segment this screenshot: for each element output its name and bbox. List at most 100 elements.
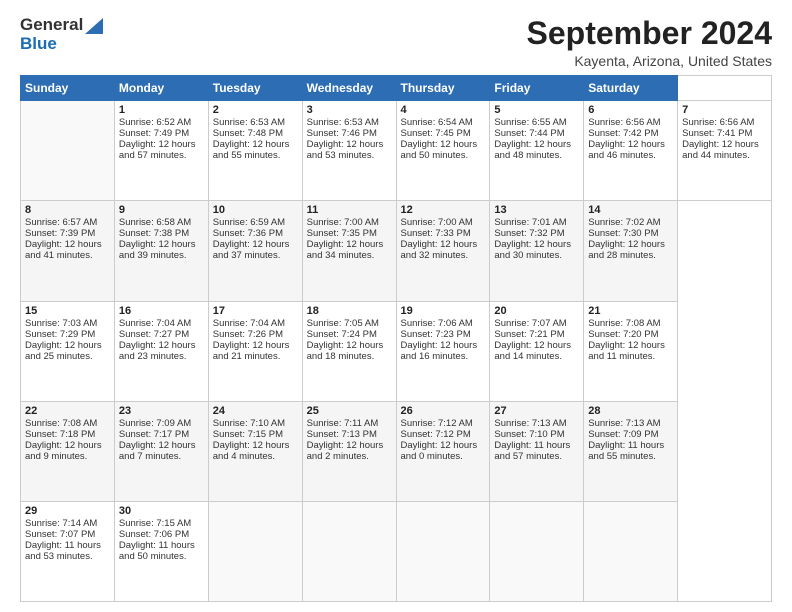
- logo-general: General: [20, 16, 83, 35]
- table-row: 21Sunrise: 7:08 AMSunset: 7:20 PMDayligh…: [584, 301, 678, 401]
- col-wednesday: Wednesday: [302, 76, 396, 101]
- daylight: Daylight: 12 hours and 30 minutes.: [494, 239, 571, 261]
- table-row: 16Sunrise: 7:04 AMSunset: 7:27 PMDayligh…: [114, 301, 208, 401]
- sunrise: Sunrise: 7:02 AM: [588, 217, 660, 228]
- logo-icon: [85, 18, 103, 34]
- calendar-week-row: 1Sunrise: 6:52 AMSunset: 7:49 PMDaylight…: [21, 101, 772, 201]
- sunrise: Sunrise: 6:55 AM: [494, 117, 566, 128]
- sunrise: Sunrise: 6:54 AM: [401, 117, 473, 128]
- sunrise: Sunrise: 7:00 AM: [401, 217, 473, 228]
- daylight: Daylight: 12 hours and 50 minutes.: [401, 139, 478, 161]
- sunset: Sunset: 7:39 PM: [25, 228, 95, 239]
- daylight: Daylight: 12 hours and 25 minutes.: [25, 340, 102, 362]
- day-number: 1: [119, 104, 204, 116]
- sunset: Sunset: 7:24 PM: [307, 329, 377, 340]
- sunset: Sunset: 7:48 PM: [213, 128, 283, 139]
- table-row: [490, 501, 584, 601]
- day-number: 14: [588, 204, 673, 216]
- table-row: 24Sunrise: 7:10 AMSunset: 7:15 PMDayligh…: [208, 401, 302, 501]
- sunset: Sunset: 7:09 PM: [588, 429, 658, 440]
- daylight: Daylight: 12 hours and 16 minutes.: [401, 340, 478, 362]
- daylight: Daylight: 11 hours and 57 minutes.: [494, 440, 570, 462]
- day-number: 10: [213, 204, 298, 216]
- col-friday: Friday: [490, 76, 584, 101]
- table-row: 11Sunrise: 7:00 AMSunset: 7:35 PMDayligh…: [302, 201, 396, 301]
- day-number: 2: [213, 104, 298, 116]
- sunset: Sunset: 7:42 PM: [588, 128, 658, 139]
- col-tuesday: Tuesday: [208, 76, 302, 101]
- col-saturday: Saturday: [584, 76, 678, 101]
- daylight: Daylight: 12 hours and 39 minutes.: [119, 239, 196, 261]
- table-row: 27Sunrise: 7:13 AMSunset: 7:10 PMDayligh…: [490, 401, 584, 501]
- day-number: 15: [25, 305, 110, 317]
- sunrise: Sunrise: 6:56 AM: [682, 117, 754, 128]
- calendar-week-row: 29Sunrise: 7:14 AMSunset: 7:07 PMDayligh…: [21, 501, 772, 601]
- sunset: Sunset: 7:44 PM: [494, 128, 564, 139]
- daylight: Daylight: 12 hours and 4 minutes.: [213, 440, 290, 462]
- sunrise: Sunrise: 7:05 AM: [307, 318, 379, 329]
- col-monday: Monday: [114, 76, 208, 101]
- daylight: Daylight: 12 hours and 57 minutes.: [119, 139, 196, 161]
- sunrise: Sunrise: 7:13 AM: [588, 418, 660, 429]
- sunrise: Sunrise: 7:15 AM: [119, 518, 191, 529]
- sunset: Sunset: 7:15 PM: [213, 429, 283, 440]
- day-number: 25: [307, 405, 392, 417]
- table-row: 5Sunrise: 6:55 AMSunset: 7:44 PMDaylight…: [490, 101, 584, 201]
- day-number: 16: [119, 305, 204, 317]
- daylight: Daylight: 12 hours and 0 minutes.: [401, 440, 478, 462]
- table-row: 6Sunrise: 6:56 AMSunset: 7:42 PMDaylight…: [584, 101, 678, 201]
- sunset: Sunset: 7:27 PM: [119, 329, 189, 340]
- table-row: 3Sunrise: 6:53 AMSunset: 7:46 PMDaylight…: [302, 101, 396, 201]
- table-row: 10Sunrise: 6:59 AMSunset: 7:36 PMDayligh…: [208, 201, 302, 301]
- table-row: 23Sunrise: 7:09 AMSunset: 7:17 PMDayligh…: [114, 401, 208, 501]
- sunset: Sunset: 7:13 PM: [307, 429, 377, 440]
- sunrise: Sunrise: 6:53 AM: [307, 117, 379, 128]
- sunset: Sunset: 7:06 PM: [119, 529, 189, 540]
- sunrise: Sunrise: 7:01 AM: [494, 217, 566, 228]
- table-row: 20Sunrise: 7:07 AMSunset: 7:21 PMDayligh…: [490, 301, 584, 401]
- day-number: 8: [25, 204, 110, 216]
- day-number: 27: [494, 405, 579, 417]
- daylight: Daylight: 12 hours and 21 minutes.: [213, 340, 290, 362]
- daylight: Daylight: 12 hours and 44 minutes.: [682, 139, 759, 161]
- sunset: Sunset: 7:17 PM: [119, 429, 189, 440]
- logo: General Blue: [20, 16, 103, 53]
- day-number: 28: [588, 405, 673, 417]
- table-row: 4Sunrise: 6:54 AMSunset: 7:45 PMDaylight…: [396, 101, 490, 201]
- day-number: 26: [401, 405, 486, 417]
- sunset: Sunset: 7:38 PM: [119, 228, 189, 239]
- day-number: 29: [25, 505, 110, 517]
- sunrise: Sunrise: 7:00 AM: [307, 217, 379, 228]
- daylight: Daylight: 12 hours and 46 minutes.: [588, 139, 665, 161]
- sunrise: Sunrise: 7:06 AM: [401, 318, 473, 329]
- sunset: Sunset: 7:41 PM: [682, 128, 752, 139]
- daylight: Daylight: 12 hours and 41 minutes.: [25, 239, 102, 261]
- table-row: 12Sunrise: 7:00 AMSunset: 7:33 PMDayligh…: [396, 201, 490, 301]
- day-number: 18: [307, 305, 392, 317]
- daylight: Daylight: 11 hours and 55 minutes.: [588, 440, 664, 462]
- sunrise: Sunrise: 6:52 AM: [119, 117, 191, 128]
- daylight: Daylight: 12 hours and 2 minutes.: [307, 440, 384, 462]
- sunset: Sunset: 7:18 PM: [25, 429, 95, 440]
- sunrise: Sunrise: 6:58 AM: [119, 217, 191, 228]
- day-number: 30: [119, 505, 204, 517]
- table-row: [21, 101, 115, 201]
- daylight: Daylight: 12 hours and 53 minutes.: [307, 139, 384, 161]
- table-row: 2Sunrise: 6:53 AMSunset: 7:48 PMDaylight…: [208, 101, 302, 201]
- sunrise: Sunrise: 7:07 AM: [494, 318, 566, 329]
- daylight: Daylight: 12 hours and 28 minutes.: [588, 239, 665, 261]
- daylight: Daylight: 12 hours and 32 minutes.: [401, 239, 478, 261]
- table-row: 14Sunrise: 7:02 AMSunset: 7:30 PMDayligh…: [584, 201, 678, 301]
- table-row: 30Sunrise: 7:15 AMSunset: 7:06 PMDayligh…: [114, 501, 208, 601]
- daylight: Daylight: 12 hours and 55 minutes.: [213, 139, 290, 161]
- sunrise: Sunrise: 7:04 AM: [119, 318, 191, 329]
- title-area: September 2024 Kayenta, Arizona, United …: [527, 16, 772, 69]
- table-row: 22Sunrise: 7:08 AMSunset: 7:18 PMDayligh…: [21, 401, 115, 501]
- daylight: Daylight: 12 hours and 23 minutes.: [119, 340, 196, 362]
- daylight: Daylight: 12 hours and 14 minutes.: [494, 340, 571, 362]
- sunrise: Sunrise: 6:53 AM: [213, 117, 285, 128]
- sunset: Sunset: 7:10 PM: [494, 429, 564, 440]
- calendar-table: Sunday Monday Tuesday Wednesday Thursday…: [20, 75, 772, 602]
- day-number: 3: [307, 104, 392, 116]
- logo-blue: Blue: [20, 35, 57, 54]
